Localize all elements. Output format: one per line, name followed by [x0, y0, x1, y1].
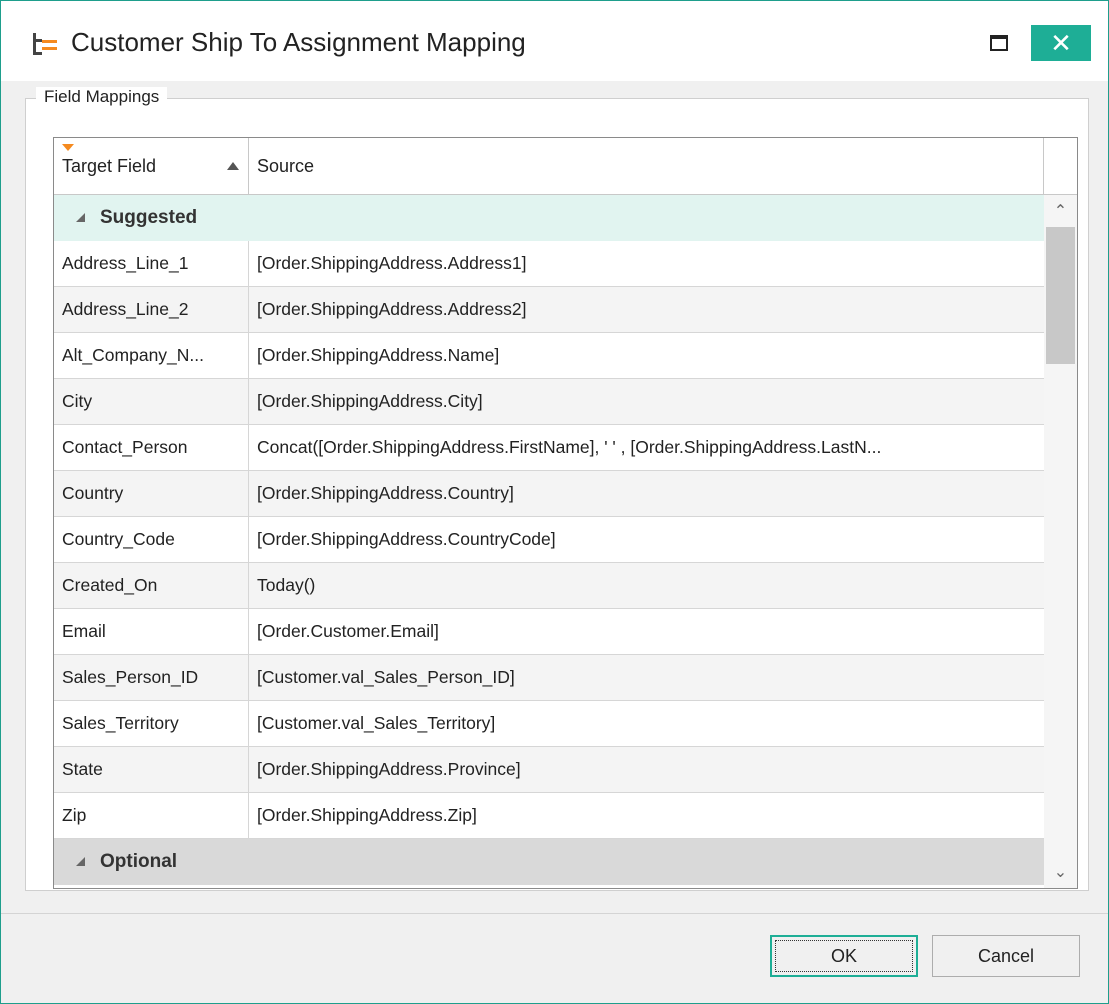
- source-cell[interactable]: [Order.ShippingAddress.Address1]: [249, 241, 1044, 286]
- target-field-cell[interactable]: Country: [54, 471, 249, 516]
- table-row[interactable]: Sales_Territory [Customer.val_Sales_Terri…: [54, 701, 1044, 747]
- grid-body: Suggested Address_Line_1 [Order.ShippingA…: [54, 195, 1044, 885]
- column-header-target-field[interactable]: Target Field: [54, 138, 249, 194]
- focus-rectangle: [775, 940, 913, 972]
- suggested-rows: Address_Line_1 [Order.ShippingAddress.Add…: [54, 241, 1044, 839]
- table-row[interactable]: Sales_Person_ID [Customer.val_Sales_Perso…: [54, 655, 1044, 701]
- title-bar[interactable]: Customer Ship To Assignment Mapping ✕: [1, 1, 1108, 81]
- source-cell[interactable]: [Order.ShippingAddress.Address2]: [249, 287, 1044, 332]
- source-cell[interactable]: [Order.ShippingAddress.Country]: [249, 471, 1044, 516]
- source-cell[interactable]: [Customer.val_Sales_Person_ID]: [249, 655, 1044, 700]
- source-cell[interactable]: Today(): [249, 563, 1044, 608]
- target-field-cell[interactable]: Address_Line_1: [54, 241, 249, 286]
- cancel-button[interactable]: Cancel: [932, 935, 1080, 977]
- target-field-cell[interactable]: Created_On: [54, 563, 249, 608]
- field-mappings-legend: Field Mappings: [36, 87, 168, 107]
- target-field-cell[interactable]: Sales_Person_ID: [54, 655, 249, 700]
- chevron-down-icon: ⌄: [1053, 864, 1068, 881]
- scrollbar-thumb[interactable]: [1046, 227, 1075, 364]
- source-cell[interactable]: [Order.Customer.Email]: [249, 609, 1044, 654]
- target-field-cell[interactable]: Sales_Territory: [54, 701, 249, 746]
- column-header-source-label: Source: [257, 156, 315, 176]
- collapse-triangle-icon[interactable]: [76, 213, 85, 222]
- source-cell[interactable]: [Order.ShippingAddress.City]: [249, 379, 1044, 424]
- group-row-optional[interactable]: Optional: [54, 839, 1044, 885]
- target-field-cell[interactable]: State: [54, 747, 249, 792]
- target-field-cell[interactable]: Email: [54, 609, 249, 654]
- table-row[interactable]: Zip [Order.ShippingAddress.Zip]: [54, 793, 1044, 839]
- target-field-cell[interactable]: Address_Line_2: [54, 287, 249, 332]
- vertical-scrollbar[interactable]: ⌃ ⌄: [1044, 195, 1077, 888]
- table-row[interactable]: Email [Order.Customer.Email]: [54, 609, 1044, 655]
- group-row-suggested[interactable]: Suggested: [54, 195, 1044, 241]
- ok-button[interactable]: OK: [770, 935, 918, 977]
- source-cell[interactable]: Concat([Order.ShippingAddress.FirstName]…: [249, 425, 1044, 470]
- dialog-window: Customer Ship To Assignment Mapping ✕ Fi…: [0, 0, 1109, 1004]
- scroll-down-button[interactable]: ⌄: [1044, 856, 1077, 888]
- grid-header: Target Field Source: [54, 138, 1077, 195]
- app-logo-icon: [33, 33, 57, 55]
- group-label-optional: Optional: [100, 851, 178, 872]
- target-field-cell[interactable]: Alt_Company_N...: [54, 333, 249, 378]
- column-header-target-field-label: Target Field: [62, 156, 157, 176]
- scroll-up-button[interactable]: ⌃: [1044, 195, 1077, 227]
- close-icon: ✕: [1050, 28, 1072, 58]
- table-row[interactable]: Country [Order.ShippingAddress.Country]: [54, 471, 1044, 517]
- footer-divider: [1, 913, 1108, 914]
- window-title: Customer Ship To Assignment Mapping: [71, 27, 526, 57]
- mapping-grid: Target Field Source Suggested Address_Li…: [53, 137, 1078, 889]
- target-field-cell[interactable]: Contact_Person: [54, 425, 249, 470]
- source-cell[interactable]: [Order.ShippingAddress.Province]: [249, 747, 1044, 792]
- source-cell[interactable]: [Order.ShippingAddress.Zip]: [249, 793, 1044, 838]
- group-label-suggested: Suggested: [100, 207, 198, 228]
- table-row[interactable]: Created_On Today(): [54, 563, 1044, 609]
- target-field-cell[interactable]: Country_Code: [54, 517, 249, 562]
- table-row[interactable]: Alt_Company_N... [Order.ShippingAddress.N…: [54, 333, 1044, 379]
- filter-icon[interactable]: [62, 144, 74, 151]
- column-header-source[interactable]: Source: [249, 138, 1044, 194]
- source-cell[interactable]: [Customer.val_Sales_Territory]: [249, 701, 1044, 746]
- close-button[interactable]: ✕: [1031, 25, 1091, 61]
- table-row[interactable]: Country_Code [Order.ShippingAddress.Count…: [54, 517, 1044, 563]
- sort-ascending-icon: [227, 162, 239, 170]
- target-field-cell[interactable]: Zip: [54, 793, 249, 838]
- table-row[interactable]: City [Order.ShippingAddress.City]: [54, 379, 1044, 425]
- table-row[interactable]: Contact_Person Concat([Order.ShippingAddr…: [54, 425, 1044, 471]
- table-row[interactable]: Address_Line_1 [Order.ShippingAddress.Add…: [54, 241, 1044, 287]
- collapse-triangle-icon[interactable]: [76, 857, 85, 866]
- source-cell[interactable]: [Order.ShippingAddress.Name]: [249, 333, 1044, 378]
- maximize-button[interactable]: [977, 25, 1021, 61]
- source-cell[interactable]: [Order.ShippingAddress.CountryCode]: [249, 517, 1044, 562]
- target-field-cell[interactable]: City: [54, 379, 249, 424]
- chevron-up-icon: ⌃: [1053, 203, 1068, 220]
- table-row[interactable]: State [Order.ShippingAddress.Province]: [54, 747, 1044, 793]
- maximize-icon: [990, 35, 1008, 51]
- cancel-button-label: Cancel: [977, 945, 1035, 966]
- table-row[interactable]: Address_Line_2 [Order.ShippingAddress.Add…: [54, 287, 1044, 333]
